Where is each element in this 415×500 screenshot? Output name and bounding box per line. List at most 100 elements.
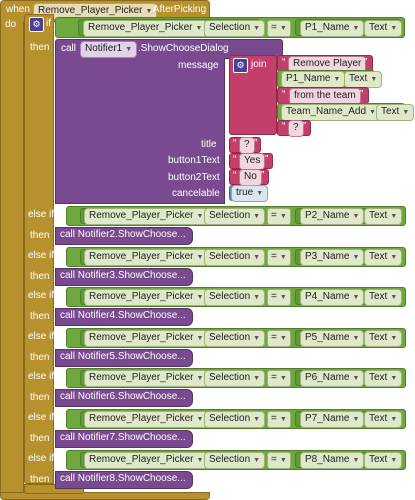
equals-operator-dropdown[interactable]: = ▼ bbox=[267, 330, 291, 347]
left-component-dropdown[interactable]: Remove_Player_Picker ▼ bbox=[84, 411, 209, 428]
chevron-down-icon: ▼ bbox=[279, 213, 287, 220]
left-component-dropdown[interactable]: Remove_Player_Picker ▼ bbox=[84, 330, 209, 347]
param-message-label: message bbox=[178, 60, 219, 71]
right-component-dropdown[interactable]: P1_Name ▼ bbox=[300, 20, 365, 37]
notifier-component-dropdown[interactable]: Notifier1 ▼ bbox=[80, 41, 138, 58]
button1-text-value[interactable]: Yes bbox=[239, 153, 266, 170]
right-property-dropdown[interactable]: Text ▼ bbox=[364, 20, 403, 37]
right-property-dropdown[interactable]: Text ▼ bbox=[364, 330, 403, 347]
left-component-label: Remove_Player_Picker bbox=[89, 291, 194, 302]
join-component-dropdown[interactable]: Team_Name_Add ▼ bbox=[281, 104, 381, 121]
right-property-dropdown[interactable]: Text ▼ bbox=[364, 452, 403, 469]
chevron-down-icon: ▼ bbox=[279, 375, 287, 382]
else-if-label: else if bbox=[28, 412, 55, 423]
call-label: call bbox=[61, 43, 77, 54]
cancelable-value-dropdown[interactable]: true ▼ bbox=[231, 185, 269, 202]
dot-separator: . bbox=[358, 369, 362, 383]
right-property-dropdown[interactable]: Text ▼ bbox=[364, 289, 403, 306]
right-component-dropdown[interactable]: P2_Name ▼ bbox=[300, 208, 365, 225]
quote-open: “ bbox=[282, 89, 286, 100]
join-text-question[interactable]: ? bbox=[288, 120, 304, 137]
selection-property-label: Selection bbox=[209, 454, 251, 465]
notifier-label: Notifier4 bbox=[77, 310, 116, 321]
dot-separator: . bbox=[197, 410, 201, 424]
collapsed-call-block[interactable]: call Notifier4.ShowChoose... bbox=[55, 308, 193, 326]
chevron-down-icon: ▼ bbox=[390, 25, 398, 32]
equals-operator-dropdown[interactable]: = ▼ bbox=[267, 289, 291, 306]
chevron-down-icon: ▼ bbox=[253, 213, 261, 220]
collapsed-call-block[interactable]: call Notifier5.ShowChoose... bbox=[55, 349, 193, 367]
selection-property-dropdown[interactable]: Selection ▼ bbox=[204, 370, 266, 387]
gear-icon[interactable]: ⚙ bbox=[233, 58, 248, 73]
collapsed-call-block[interactable]: call Notifier8.ShowChoose... bbox=[55, 471, 193, 489]
dot-separator: . bbox=[357, 19, 361, 33]
else-if-label: else if bbox=[28, 371, 55, 382]
equals-operator-dropdown[interactable]: = ▼ bbox=[267, 208, 291, 225]
selection-property-dropdown[interactable]: Selection ▼ bbox=[204, 20, 266, 37]
left-component-dropdown[interactable]: Remove_Player_Picker ▼ bbox=[84, 208, 209, 225]
then-label: then bbox=[30, 271, 50, 282]
else-if-label: else if bbox=[28, 453, 55, 464]
left-component-dropdown[interactable]: Remove_Player_Picker ▼ bbox=[83, 20, 208, 37]
right-property-dropdown[interactable]: Text ▼ bbox=[364, 249, 403, 266]
quote-open: “ bbox=[233, 154, 237, 165]
join-property-dropdown[interactable]: Text ▼ bbox=[376, 104, 415, 121]
gear-icon[interactable]: ⚙ bbox=[29, 17, 44, 32]
right-component-dropdown[interactable]: P4_Name ▼ bbox=[300, 289, 365, 306]
selection-property-dropdown[interactable]: Selection ▼ bbox=[204, 249, 266, 266]
right-component-dropdown[interactable]: P6_Name ▼ bbox=[300, 370, 365, 387]
chevron-down-icon: ▼ bbox=[390, 254, 398, 261]
selection-property-dropdown[interactable]: Selection ▼ bbox=[204, 452, 266, 469]
right-component-dropdown[interactable]: P8_Name ▼ bbox=[300, 452, 365, 469]
equals-operator-dropdown[interactable]: = ▼ bbox=[267, 411, 291, 428]
join-component-dropdown[interactable]: P1_Name ▼ bbox=[281, 71, 346, 88]
left-component-dropdown[interactable]: Remove_Player_Picker ▼ bbox=[84, 249, 209, 266]
quote-open: “ bbox=[233, 138, 237, 149]
chevron-down-icon: ▼ bbox=[390, 294, 398, 301]
title-text-value[interactable]: ? bbox=[239, 137, 255, 154]
right-property-label: Text bbox=[369, 332, 388, 343]
else-if-label: else if bbox=[28, 250, 55, 261]
equals-operator-dropdown[interactable]: = ▼ bbox=[267, 452, 291, 469]
right-property-label: Text bbox=[369, 413, 388, 424]
left-component-dropdown[interactable]: Remove_Player_Picker ▼ bbox=[84, 452, 209, 469]
selection-property-label: Selection bbox=[209, 251, 251, 262]
right-property-dropdown[interactable]: Text ▼ bbox=[364, 370, 403, 387]
right-component-label: P1_Name bbox=[305, 22, 350, 33]
call-label: call bbox=[60, 310, 76, 321]
equals-operator-dropdown[interactable]: = ▼ bbox=[267, 249, 291, 266]
right-component-dropdown[interactable]: P5_Name ▼ bbox=[300, 330, 365, 347]
param-title-label: title bbox=[201, 139, 217, 150]
right-property-dropdown[interactable]: Text ▼ bbox=[364, 411, 403, 428]
right-component-dropdown[interactable]: P7_Name ▼ bbox=[300, 411, 365, 428]
equals-operator-label: = bbox=[271, 332, 277, 343]
chevron-down-icon: ▼ bbox=[279, 457, 287, 464]
selection-property-label: Selection bbox=[209, 332, 251, 343]
collapsed-call-block[interactable]: call Notifier3.ShowChoose... bbox=[55, 268, 193, 286]
collapsed-call-block[interactable]: call Notifier2.ShowChoose... bbox=[55, 227, 193, 245]
join-property-label: Text bbox=[349, 73, 368, 84]
right-property-dropdown[interactable]: Text ▼ bbox=[364, 208, 403, 225]
method-label: .ShowChooseDialog bbox=[138, 43, 229, 54]
right-property-label: Text bbox=[369, 251, 388, 262]
selection-property-dropdown[interactable]: Selection ▼ bbox=[204, 330, 266, 347]
left-component-label: Remove_Player_Picker bbox=[89, 332, 194, 343]
collapsed-call-block[interactable]: call Notifier6.ShowChoose... bbox=[55, 389, 193, 407]
quote-close: ” bbox=[364, 57, 368, 68]
equals-operator-dropdown[interactable]: = ▼ bbox=[267, 20, 291, 37]
collapsed-call-block[interactable]: call Notifier7.ShowChoose... bbox=[55, 430, 193, 448]
call-label: call bbox=[60, 473, 76, 484]
button2-text-value[interactable]: No bbox=[239, 169, 262, 186]
left-component-dropdown[interactable]: Remove_Player_Picker ▼ bbox=[84, 289, 209, 306]
left-component-dropdown[interactable]: Remove_Player_Picker ▼ bbox=[84, 370, 209, 387]
right-component-dropdown[interactable]: P3_Name ▼ bbox=[300, 249, 365, 266]
selection-property-dropdown[interactable]: Selection ▼ bbox=[204, 411, 266, 428]
join-property-dropdown[interactable]: Text ▼ bbox=[344, 71, 383, 88]
selection-property-dropdown[interactable]: Selection ▼ bbox=[204, 289, 266, 306]
chevron-down-icon: ▼ bbox=[279, 416, 287, 423]
left-component-label: Remove_Player_Picker bbox=[88, 22, 193, 33]
right-component-label: P4_Name bbox=[305, 291, 350, 302]
selection-property-dropdown[interactable]: Selection ▼ bbox=[204, 208, 266, 225]
dot-separator: . bbox=[197, 329, 201, 343]
equals-operator-dropdown[interactable]: = ▼ bbox=[267, 370, 291, 387]
